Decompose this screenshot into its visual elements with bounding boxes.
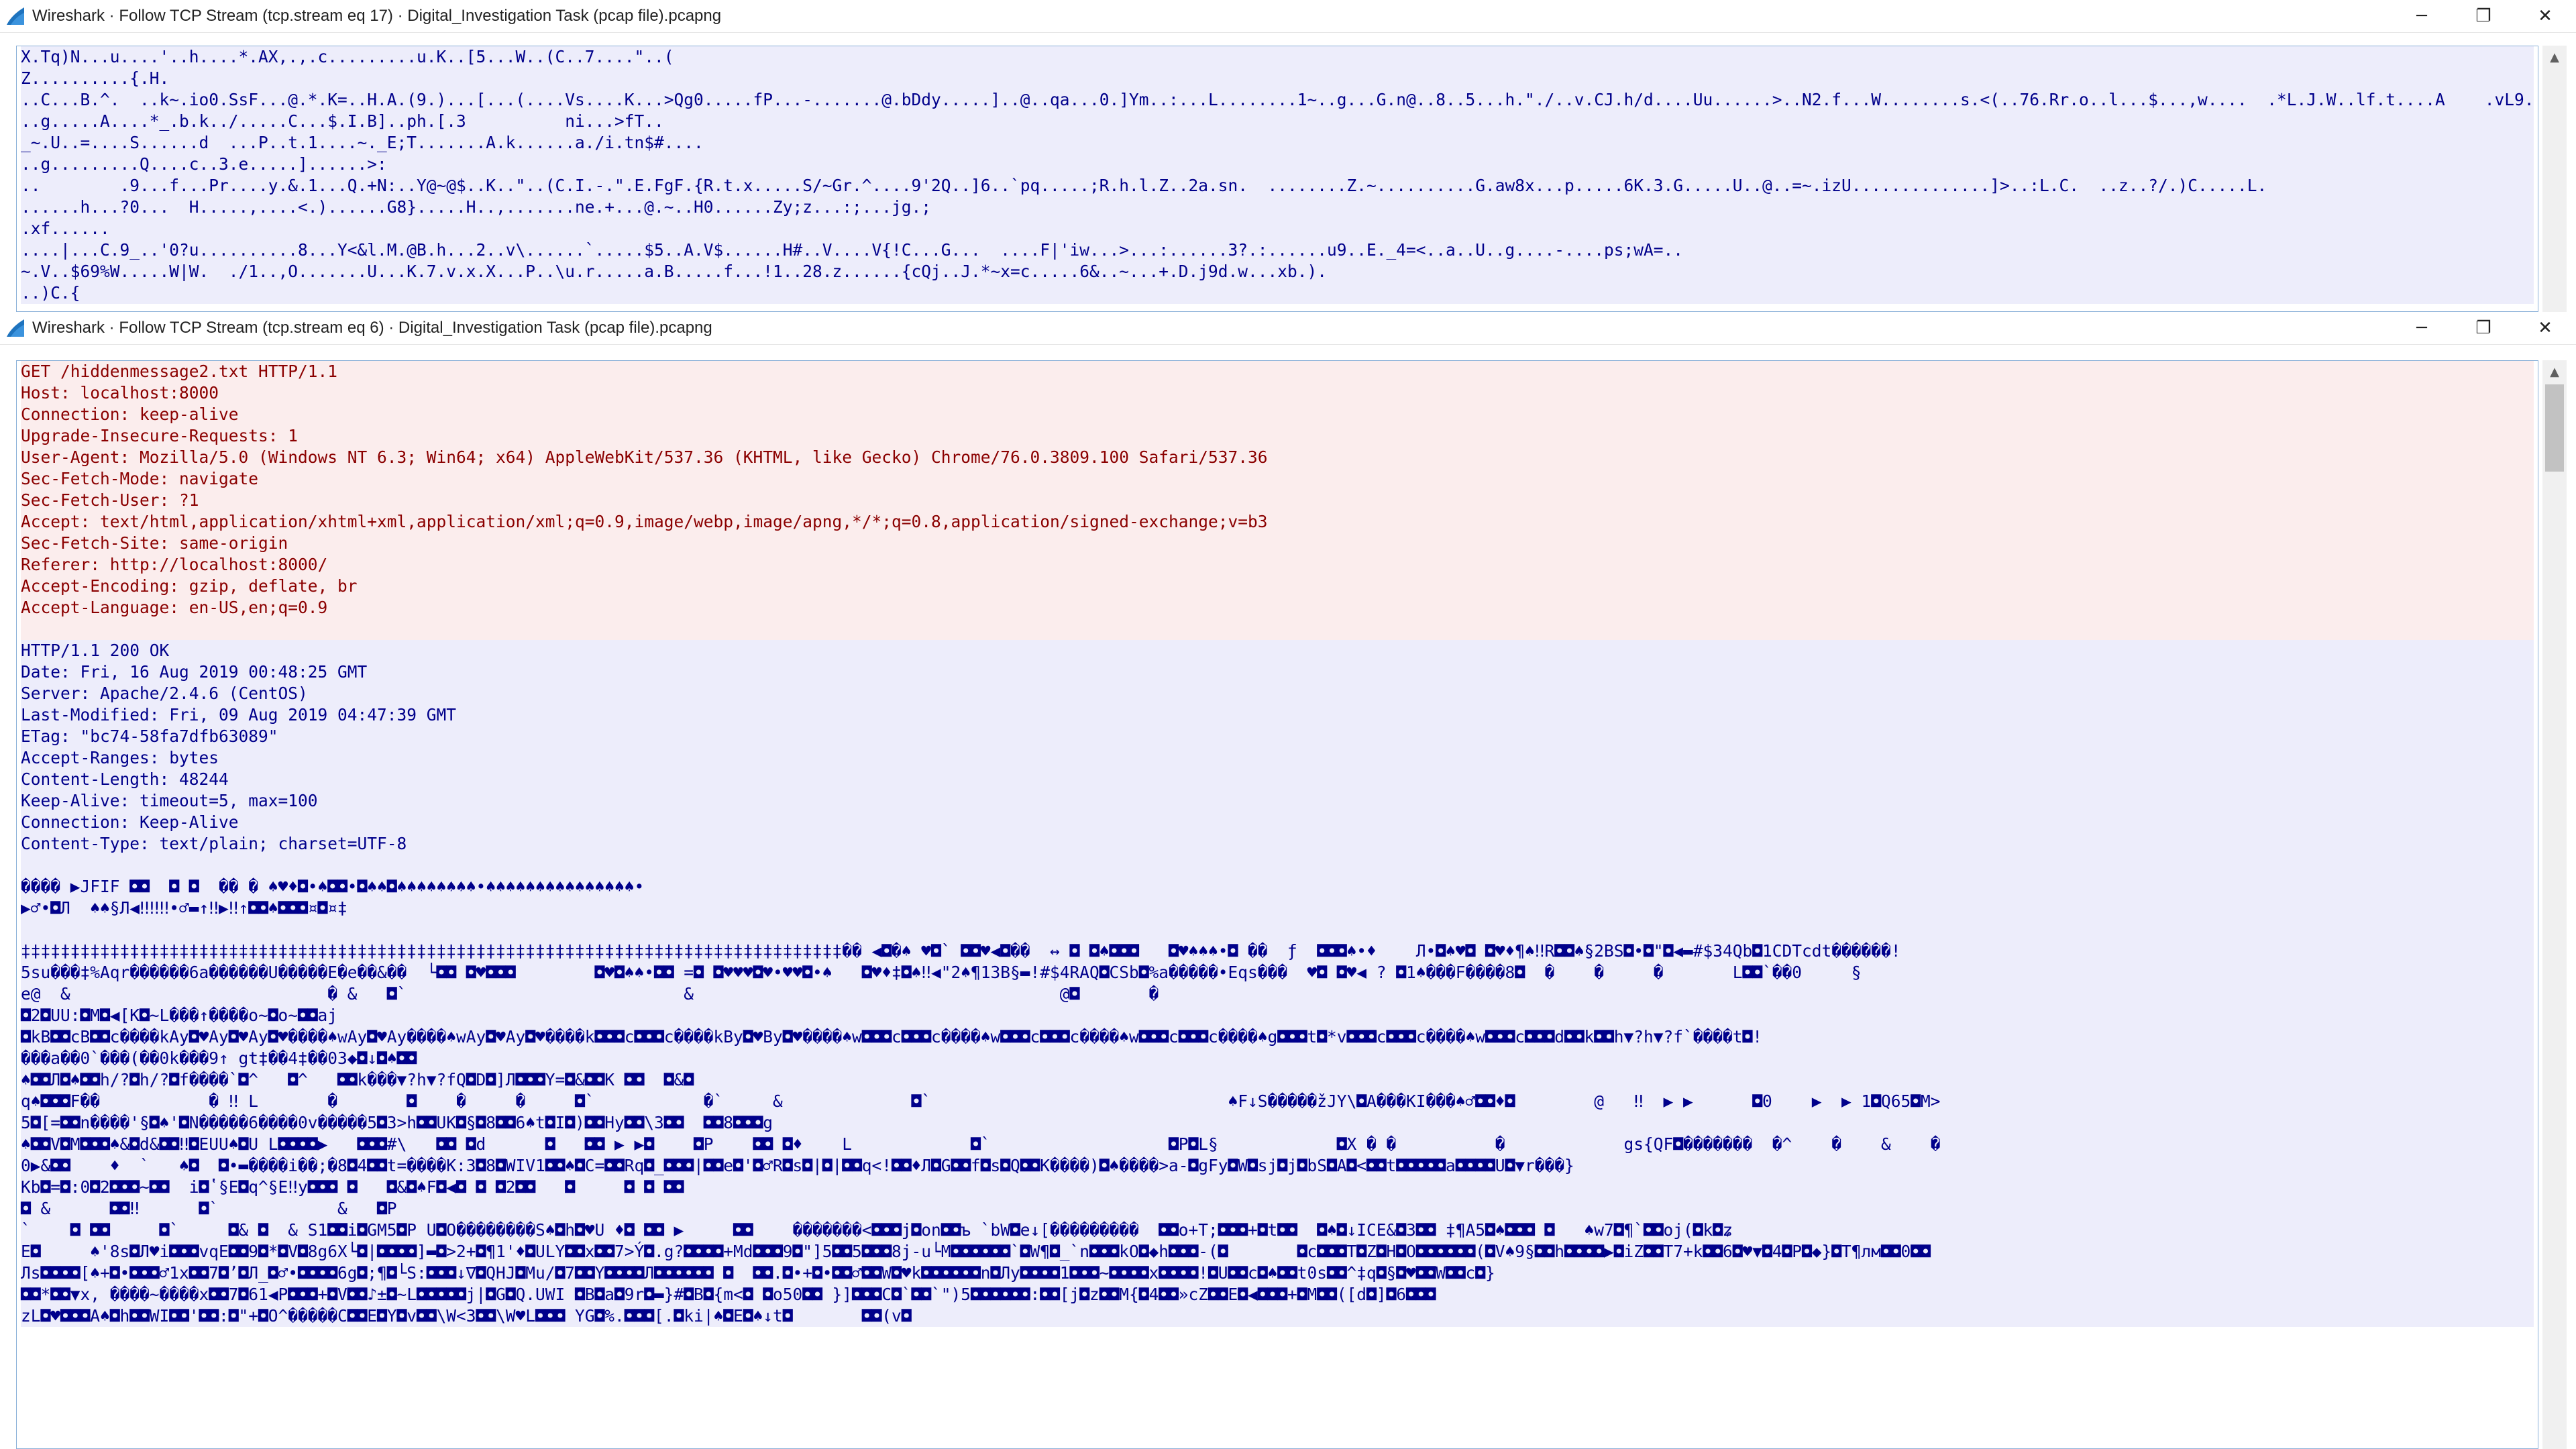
stream-content[interactable]: X.Tq)N...u....'..h....*.AX,.,.c.........… xyxy=(16,46,2538,312)
request-line: User-Agent: Mozilla/5.0 (Windows NT 6.3;… xyxy=(21,447,2534,468)
stream-line: .. .9...f...Pr....y.&.1...Q.+N:..Y@~@$..… xyxy=(21,175,2534,197)
stream-line: ..)C.{ xyxy=(21,282,2534,304)
wireshark-fin-icon xyxy=(7,7,24,25)
vertical-scrollbar[interactable]: ▲ xyxy=(2542,360,2567,1449)
stream-text: X.Tq)N...u....'..h....*.AX,.,.c.........… xyxy=(17,46,2538,304)
request-line: Sec-Fetch-Mode: navigate xyxy=(21,468,2534,490)
body-line: ▶♂•◘Л ♠♠§Л◀‼‼‼•♂▬↑‼▶‼↑◘◘♠◘◘◘¤◘¤‡ xyxy=(21,898,2534,919)
stream-line: ..g.....A....*_.b.k../.....C...$.I.B]..p… xyxy=(21,111,2534,132)
body-line: 5su���‡%Aqr������6a������U�����E�e��&�� … xyxy=(21,962,2534,983)
minimize-button[interactable]: ─ xyxy=(2391,312,2453,344)
body-line: ◘2◘UU:◘M◘◀[K◘~L���↑����o~◘o~◘◘aj xyxy=(21,1005,2534,1026)
wireshark-fin-icon xyxy=(7,319,24,337)
body-line: Kb◘=◘:0◘2◘◘◘~◘◘ i◘ʽ§E◘q^§E‼y◘◘◘ ◘ ◘&◘♠F◘… xyxy=(21,1177,2534,1198)
body-line: q♠◘◘◘F�� � ‼ L � ◘ � � ◘` �` & ◘` ♠F↓S��… xyxy=(21,1091,2534,1112)
request-line: GET /hiddenmessage2.txt HTTP/1.1 xyxy=(21,361,2534,382)
request-line: Accept-Encoding: gzip, deflate, br xyxy=(21,576,2534,597)
request-line: Accept-Language: en-US,en;q=0.9 xyxy=(21,597,2534,619)
scroll-thumb[interactable] xyxy=(2545,384,2564,472)
close-button[interactable]: ✕ xyxy=(2514,312,2576,344)
response-line: Keep-Alive: timeout=5, max=100 xyxy=(21,790,2534,812)
body-line: zL◘♥◘◘◘A♠◘h◘◘WI◘◘'◘◘:◘"+◘O^�����C◘◘E◘Y◘v… xyxy=(21,1305,2534,1327)
window-controls: ─ ❐ ✕ xyxy=(2391,0,2576,32)
title-bar[interactable]: Wireshark · Follow TCP Stream (tcp.strea… xyxy=(0,0,2576,33)
body-line: ♠◘◘Л◘♠◘◘h/?◘h/?◘f����`◘^ ◘^ ◘◘k���▼?h▼?f… xyxy=(21,1069,2534,1091)
body-line: ���a��0`���(��0k���9↑ gt‡��4‡��03◆◘↓◘♠◘◘ xyxy=(21,1048,2534,1069)
body-line: ◘ & ◘◘‼ ◘` & ◘P xyxy=(21,1198,2534,1220)
scroll-up-arrow-icon[interactable]: ▲ xyxy=(2542,46,2567,68)
body-line: ‡‡‡‡‡‡‡‡‡‡‡‡‡‡‡‡‡‡‡‡‡‡‡‡‡‡‡‡‡‡‡‡‡‡‡‡‡‡‡‡… xyxy=(21,941,2534,962)
request-line: Connection: keep-alive xyxy=(21,404,2534,425)
body-line xyxy=(21,855,2534,876)
request-line: Sec-Fetch-Site: same-origin xyxy=(21,533,2534,554)
window-controls: ─ ❐ ✕ xyxy=(2391,312,2576,344)
response-line: Content-Length: 48244 xyxy=(21,769,2534,790)
follow-stream-window-17: Wireshark · Follow TCP Stream (tcp.strea… xyxy=(0,0,2576,312)
scroll-up-arrow-icon[interactable]: ▲ xyxy=(2542,360,2567,383)
body-line: ♠◘◘V◘M◘◘◘♠&◘d&◘◘‼◘EUU♠◘U L◘◘◘◘▶ ◘◘◘#\ ◘◘… xyxy=(21,1134,2534,1155)
stream-content[interactable]: GET /hiddenmessage2.txt HTTP/1.1 Host: lo… xyxy=(16,360,2538,1449)
body-line: ◘kB◘◘cB◘◘c����kAy◘♥Ay◘♥Ay◘♥����♠wAy◘♥Ay�… xyxy=(21,1026,2534,1048)
response-line: Accept-Ranges: bytes xyxy=(21,747,2534,769)
request-line: Upgrade-Insecure-Requests: 1 xyxy=(21,425,2534,447)
response-line: Date: Fri, 16 Aug 2019 00:48:25 GMT xyxy=(21,661,2534,683)
body-line: ���� ▶JFIF ◘◘ ◘ ◘ �� � ♠♥♦◘•♠◘◘•◘♠♠◘♠♠♠♠… xyxy=(21,876,2534,898)
body-line: 5◘[=◘◘n����'§◘♠'◘N�����6����0v�����5◘3>h… xyxy=(21,1112,2534,1134)
body-line xyxy=(21,919,2534,941)
body-line: e@ & � & ◘` & @◘ � xyxy=(21,983,2534,1005)
request-line: Host: localhost:8000 xyxy=(21,382,2534,404)
stream-line: ..g.........Q....c..3.e.....]......>: xyxy=(21,154,2534,175)
restore-button[interactable]: ❐ xyxy=(2453,0,2514,32)
body-line: 0▶&◘◘ ♦ ` ♠◘ ◘•▬����i��;�8◘4◘◘t=����K:3◘… xyxy=(21,1155,2534,1177)
request-blank-line xyxy=(21,619,2534,640)
stream-text: GET /hiddenmessage2.txt HTTP/1.1 Host: lo… xyxy=(17,361,2538,1327)
restore-button[interactable]: ❐ xyxy=(2453,312,2514,344)
response-line: Content-Type: text/plain; charset=UTF-8 xyxy=(21,833,2534,855)
body-line: ` ◘ ◘◘ ◘` ◘& ◘ & S1◘◘i◘GM5◘P U◘O��������… xyxy=(21,1220,2534,1241)
response-line: Server: Apache/2.4.6 (CentOS) xyxy=(21,683,2534,704)
minimize-button[interactable]: ─ xyxy=(2391,0,2453,32)
request-line: Sec-Fetch-User: ?1 xyxy=(21,490,2534,511)
response-line: Connection: Keep-Alive xyxy=(21,812,2534,833)
response-line: ETag: "bc74-58fa7dfb63089" xyxy=(21,726,2534,747)
stream-line: ~.V..$69%W.....W|W. ./1..,O.......U...K.… xyxy=(21,261,2534,282)
window-title: Wireshark · Follow TCP Stream (tcp.strea… xyxy=(32,7,722,25)
stream-line: ......h...?0... H.....,....<.)......G8}.… xyxy=(21,197,2534,218)
title-bar[interactable]: Wireshark · Follow TCP Stream (tcp.strea… xyxy=(0,312,2576,345)
window-title: Wireshark · Follow TCP Stream (tcp.strea… xyxy=(32,319,712,337)
close-button[interactable]: ✕ xyxy=(2514,0,2576,32)
body-line: ◘◘*◘◘▼x, ����~����x◘◘7◘61◀P◘◘◘+◘V◘◘♪±◘~L… xyxy=(21,1284,2534,1305)
vertical-scrollbar[interactable]: ▲ xyxy=(2542,46,2567,312)
stream-line: X.Tq)N...u....'..h....*.AX,.,.c.........… xyxy=(21,46,2534,68)
request-line: Referer: http://localhost:8000/ xyxy=(21,554,2534,576)
stream-line: .xf...... xyxy=(21,218,2534,239)
stream-line: _~.U..=....S......d ...P..t.1....~._E;T.… xyxy=(21,132,2534,154)
stream-line: Z..........{.H. xyxy=(21,68,2534,89)
stream-line: ..C...B.^. ..k~.io0.SsF...@.*.K=..H.A.(9… xyxy=(21,89,2538,111)
body-line: E◘ ♠'8s◘Л♥i◘◘◘vqE◘◘9◘*◘V◘8g6X└◘|◘◘◘◘]▬◘>… xyxy=(21,1241,2534,1263)
request-line: Accept: text/html,application/xhtml+xml,… xyxy=(21,511,2534,533)
response-line: Last-Modified: Fri, 09 Aug 2019 04:47:39… xyxy=(21,704,2534,726)
body-line: Лs◘◘◘◘[♠+◘•◘◘◘♂1x◘◘7◘ʼ◘Л_◘♂•◘◘◘◘6g◘;¶◘└S… xyxy=(21,1263,2534,1284)
follow-stream-window-6: Wireshark · Follow TCP Stream (tcp.strea… xyxy=(0,312,2576,1449)
response-line: HTTP/1.1 200 OK xyxy=(21,640,2534,661)
stream-line: ....|...C.9_..'0?u..........8...Y<&l.M.@… xyxy=(21,239,2534,261)
